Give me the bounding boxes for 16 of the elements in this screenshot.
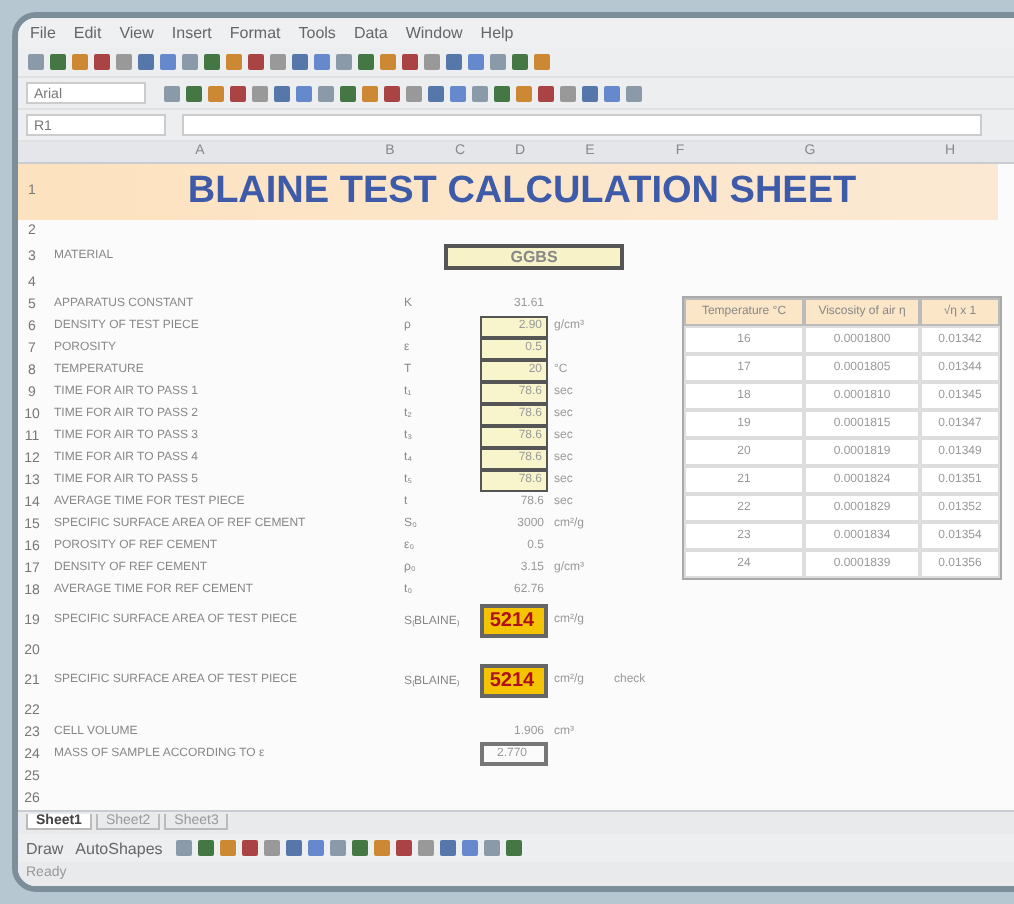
menu-item[interactable]: Format xyxy=(229,23,281,42)
menu-item[interactable]: Window xyxy=(405,23,463,42)
formula-bar[interactable] xyxy=(182,113,982,136)
material-field[interactable]: GGBS xyxy=(444,243,624,270)
result-cell: 5214 xyxy=(480,603,548,638)
menu-item[interactable]: View xyxy=(119,23,154,42)
menu-item[interactable]: Insert xyxy=(171,23,212,42)
menu-item[interactable]: Help xyxy=(480,23,514,42)
result-cell: 5214 xyxy=(480,663,548,698)
menu-item[interactable]: Edit xyxy=(73,23,102,42)
menu-item[interactable]: Data xyxy=(353,23,388,42)
menu-item[interactable]: Tools xyxy=(298,23,336,42)
sheet-title: BLAINE TEST CALCULATION SHEET xyxy=(185,169,859,214)
autoshapes-menu[interactable]: AutoShapes xyxy=(75,839,163,858)
menu-item[interactable]: File xyxy=(30,23,56,42)
draw-menu[interactable]: Draw xyxy=(26,839,64,858)
